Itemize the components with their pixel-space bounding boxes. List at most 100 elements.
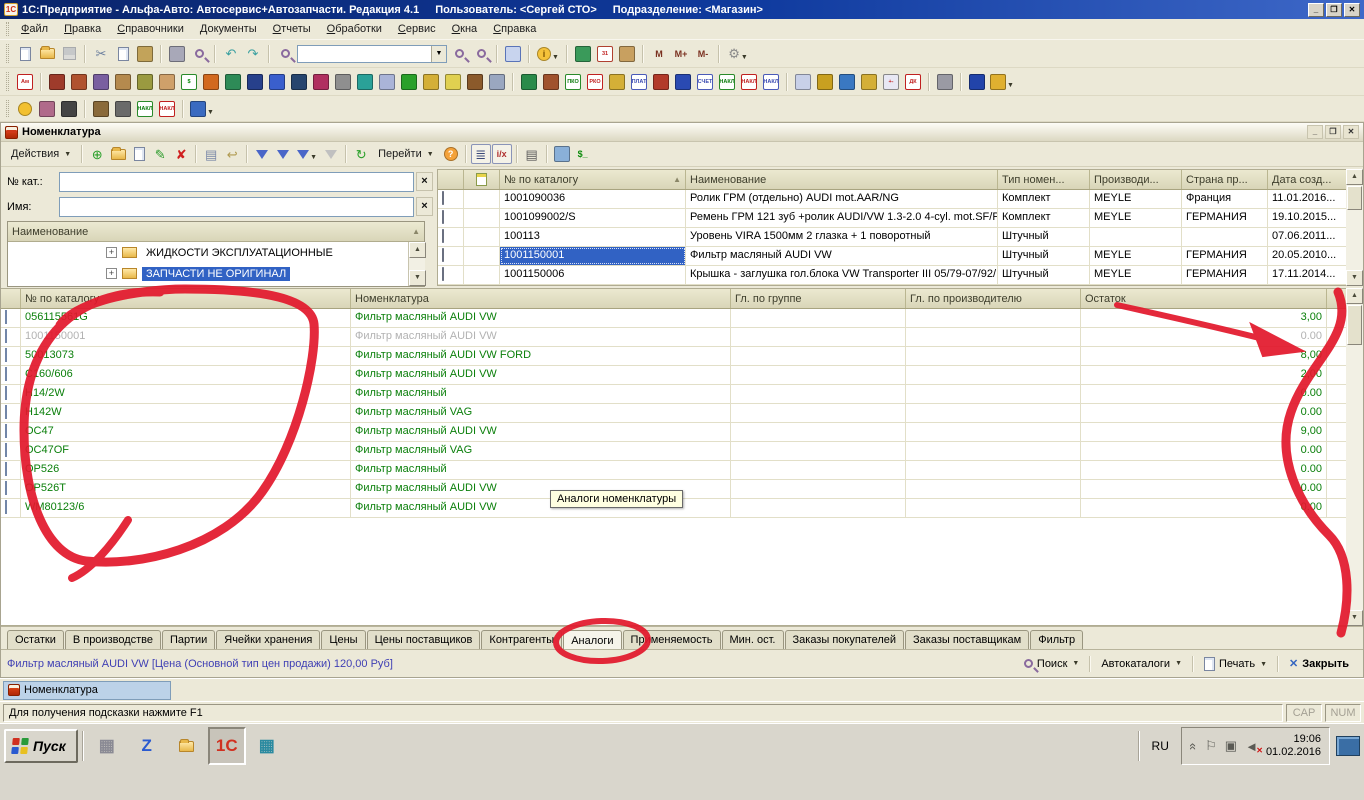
table-row[interactable]: 1001090036Ролик ГРМ (отдельно) AUDI mot.… (438, 190, 1348, 209)
tree-header[interactable]: Наименование ▲ (8, 222, 424, 242)
copy-window-icon[interactable] (503, 44, 523, 64)
save-icon[interactable] (59, 44, 79, 64)
print-preview-icon[interactable] (189, 44, 209, 64)
memory-m-button[interactable]: M (649, 44, 669, 64)
analog-row[interactable]: 056115561GФильтр масляный AUDI VW3,00 (1, 309, 1346, 328)
table-cell[interactable]: Франция (1182, 190, 1268, 208)
images-button[interactable] (552, 144, 572, 164)
menu-edit[interactable]: Правка (56, 20, 109, 38)
table-cell[interactable] (906, 347, 1081, 365)
table-cell[interactable]: Штучный (998, 228, 1090, 246)
tab-filtr[interactable]: Фильтр (1030, 630, 1083, 650)
expand-icon[interactable]: + (106, 247, 117, 258)
tool-icon[interactable] (59, 99, 79, 119)
service-tools-icon[interactable] (465, 72, 485, 92)
add-copy-button[interactable] (129, 144, 149, 164)
tab-partii[interactable]: Партии (162, 630, 215, 650)
rko-icon[interactable]: РКО (585, 72, 605, 92)
customer-return-icon[interactable] (673, 72, 693, 92)
money-docs-icon[interactable] (607, 72, 627, 92)
column-header[interactable]: Тип номен... (998, 170, 1090, 189)
table-cell[interactable]: 1001099002/S (500, 209, 686, 227)
tree-scrollbar[interactable]: ▲ ▼ (408, 242, 425, 286)
analog-row[interactable]: OC47Фильтр масляный AUDI VW9,00 (1, 423, 1346, 442)
table-cell[interactable]: Ремень ГРМ 121 зуб +ролик AUDI/VW 1.3-2.… (686, 209, 998, 227)
tab-v-proizvodstve[interactable]: В производстве (65, 630, 161, 650)
menu-processing[interactable]: Обработки (319, 20, 390, 38)
table-cell[interactable]: Фильтр масляный AUDI VW (351, 309, 731, 327)
column-header[interactable]: Дата созд... (1268, 170, 1349, 189)
add-nomenclature-icon[interactable] (399, 72, 419, 92)
employees-icon[interactable] (289, 72, 309, 92)
table-cell[interactable]: 19.10.2015... (1268, 209, 1349, 227)
column-header[interactable]: № по каталогу▲ (500, 170, 686, 189)
language-indicator[interactable]: RU (1146, 735, 1175, 757)
table-row[interactable]: 1001099002/SРемень ГРМ 121 зуб +ролик AU… (438, 209, 1348, 228)
copy-icon[interactable] (113, 44, 133, 64)
column-header[interactable]: Гл. по группе (731, 289, 906, 308)
nakl-plus-icon[interactable]: НАКЛ (135, 99, 155, 119)
tree-item[interactable]: +ЗАПЧАСТИ НЕ ОРИГИНАЛ (8, 263, 424, 284)
tab-zakazy-pokupateley[interactable]: Заказы покупателей (785, 630, 905, 650)
table-cell[interactable]: 17.11.2014... (1268, 266, 1349, 284)
counterparties-icon[interactable] (267, 72, 287, 92)
nakl-out-icon[interactable]: НАКЛ (739, 72, 759, 92)
search-icon[interactable] (275, 44, 295, 64)
scroll-up-button[interactable]: ▲ (1346, 288, 1363, 304)
scroll-up-button[interactable]: ▲ (1346, 169, 1363, 185)
table-cell[interactable]: Фильтр масляный AUDI VW (351, 328, 731, 346)
window-minimize-button[interactable]: _ (1307, 125, 1323, 139)
close-button[interactable]: ✕ (1344, 3, 1360, 17)
autocatalogs-button[interactable]: Автокаталоги▼ (1093, 655, 1190, 673)
table-row[interactable]: 100113Уровень VIRA 1500мм 2 глазка + 1 п… (438, 228, 1348, 247)
expand-icon[interactable]: + (106, 268, 117, 279)
table-cell[interactable] (906, 480, 1081, 498)
table-row[interactable]: 1001150001Фильтр масляный AUDI VWШтучный… (438, 247, 1348, 266)
toolbar-grip[interactable] (6, 72, 9, 91)
table-cell[interactable]: 2,00 (1081, 366, 1327, 384)
table-cell[interactable]: ГЕРМАНИЯ (1182, 209, 1268, 227)
calculator-icon[interactable]: ▦ (248, 727, 286, 765)
table-cell[interactable]: Фильтр масляный VAG (351, 404, 731, 422)
table-cell[interactable]: 07.06.2011... (1268, 228, 1349, 246)
items-table-scrollbar[interactable]: ▲ ▼ (1346, 169, 1363, 286)
table-cell[interactable]: OC47OF (21, 442, 351, 460)
paste-icon[interactable] (135, 44, 155, 64)
table-cell[interactable]: ГЕРМАНИЯ (1182, 266, 1268, 284)
table-cell[interactable]: Фильтр масляный (351, 461, 731, 479)
workplace-icon[interactable] (355, 72, 375, 92)
table-cell[interactable]: 1001090036 (500, 190, 686, 208)
tab-min-ost[interactable]: Мин. ост. (722, 630, 784, 650)
scroll-up-button[interactable]: ▲ (409, 242, 426, 258)
analog-row[interactable]: OC47OFФильтр масляный VAG0.00 (1, 442, 1346, 461)
column-header[interactable]: Номенклатура (351, 289, 731, 308)
sales-chart-icon[interactable] (443, 72, 463, 92)
analog-row[interactable]: OP526Фильтр масляный0.00 (1, 461, 1346, 480)
tab-tseny-postavshchikov[interactable]: Цены поставщиков (367, 630, 481, 650)
print-button[interactable]: Печать▼ (1196, 654, 1275, 674)
spare-parts-icon[interactable] (113, 72, 133, 92)
catalog-books-icon[interactable] (519, 72, 539, 92)
customize-wrench-icon[interactable]: ⚙▼ (725, 44, 751, 64)
table-cell[interactable] (906, 328, 1081, 346)
list-settings-button[interactable]: ▤ (522, 144, 542, 164)
add-button[interactable]: ⊕ (87, 144, 107, 164)
history-button[interactable]: ↩ (222, 144, 242, 164)
nakl-transfer-icon[interactable]: НАКЛ (761, 72, 781, 92)
table-cell[interactable]: MEYLE (1090, 209, 1182, 227)
table-cell[interactable] (906, 461, 1081, 479)
table-cell[interactable]: 0.00 (1081, 461, 1327, 479)
pko-icon[interactable]: ПКО (563, 72, 583, 92)
menu-documents[interactable]: Документы (192, 20, 265, 38)
table-cell[interactable]: Ролик ГРМ (отдельно) AUDI mot.AAR/NG (686, 190, 998, 208)
window-close-button[interactable]: ✕ (1343, 125, 1359, 139)
table-cell[interactable] (906, 442, 1081, 460)
table-cell[interactable]: 100113 (500, 228, 686, 246)
menu-service[interactable]: Сервис (390, 20, 444, 38)
order-document-icon[interactable] (377, 72, 397, 92)
quick-view-toggle[interactable]: i/x (492, 144, 512, 164)
import-export-icon[interactable]: ▼ (189, 99, 215, 119)
table-row[interactable]: 1001150006Крышка - заглушка гол.блока VW… (438, 266, 1348, 285)
table-cell[interactable]: 1001150006 (500, 266, 686, 284)
analog-row[interactable]: H142WФильтр масляный VAG0.00 (1, 404, 1346, 423)
